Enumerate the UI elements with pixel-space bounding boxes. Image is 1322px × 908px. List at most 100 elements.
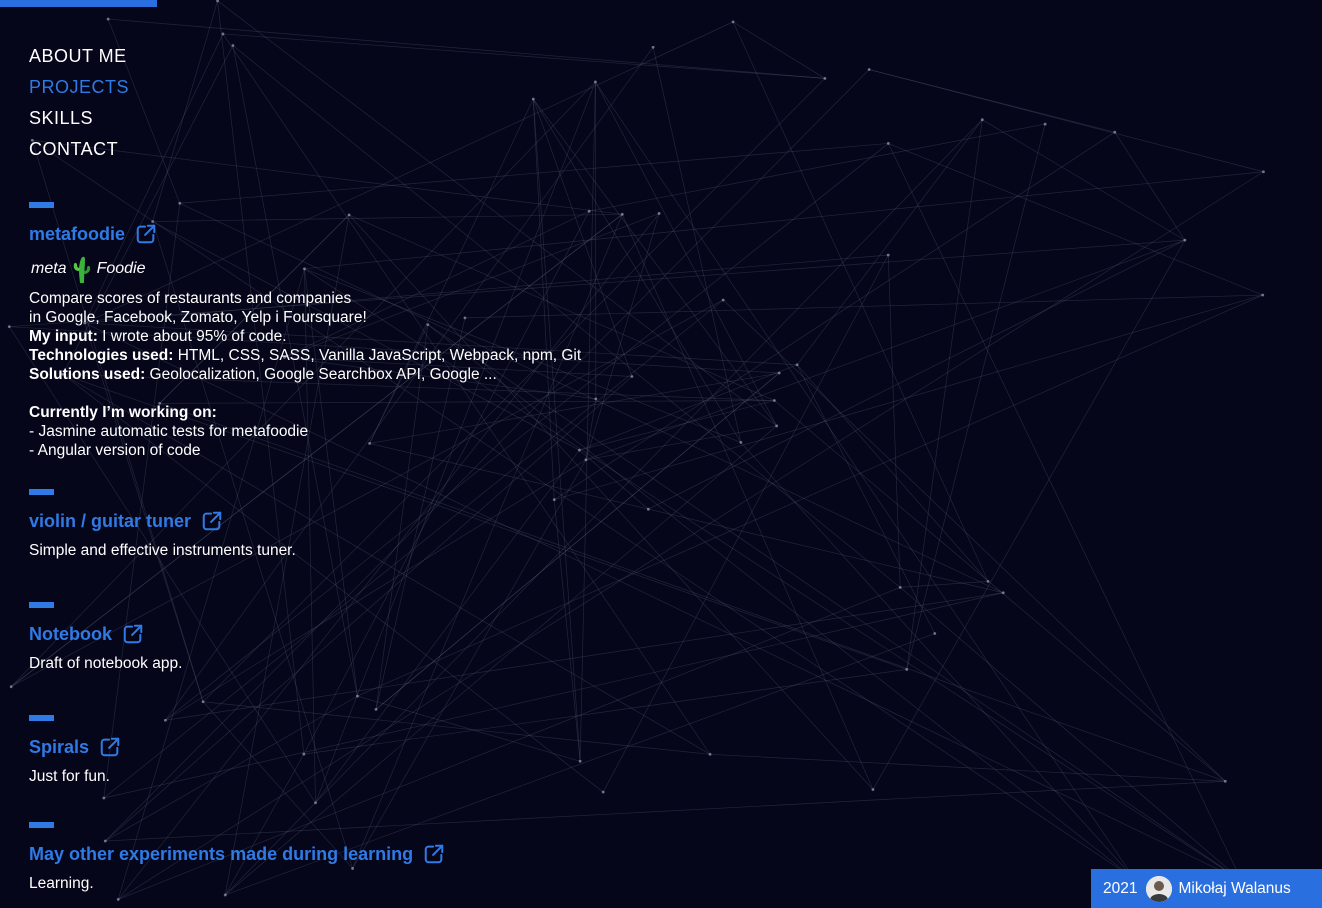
network-node [986, 579, 990, 583]
network-line [732, 21, 989, 582]
working-on-item: - Angular version of code [29, 442, 201, 459]
network-node [898, 585, 902, 589]
network-node [102, 796, 106, 800]
cactus-icon [73, 256, 90, 283]
technologies-value: HTML, CSS, SASS, Vanilla JavaScript, Web… [173, 347, 582, 364]
project-title-link[interactable]: violin / guitar tuner [29, 510, 729, 532]
footer-bar: 2021 Mikołaj Walanus [1091, 869, 1322, 908]
network-node [601, 790, 605, 794]
external-link-icon[interactable] [135, 223, 157, 245]
project-title[interactable]: Spirals [29, 736, 89, 758]
project-other-experiments: May other experiments made during learni… [29, 822, 729, 893]
network-line [888, 143, 1242, 881]
project-title-link[interactable]: Spirals [29, 736, 729, 758]
network-node [775, 424, 779, 428]
network-line [732, 21, 826, 79]
network-node [106, 17, 110, 21]
logo-text-meta: meta [31, 260, 67, 277]
network-node [221, 32, 225, 36]
solutions-label: Solutions used: [29, 366, 146, 383]
network-line [722, 299, 1226, 782]
logo-text-foodie: Foodie [96, 260, 146, 277]
nav-item-contact[interactable]: CONTACT [29, 134, 129, 165]
footer-year: 2021 [1103, 879, 1138, 897]
network-node [314, 801, 317, 805]
external-link-icon[interactable] [122, 623, 144, 645]
network-node [739, 441, 743, 444]
working-on-item: - Jasmine automatic tests for metafoodie [29, 423, 309, 440]
network-node [374, 707, 378, 711]
technologies-label: Technologies used: [29, 347, 174, 364]
network-node [651, 45, 655, 49]
project-title[interactable]: metafoodie [29, 223, 125, 245]
network-line [589, 123, 1046, 212]
network-node [1113, 130, 1117, 134]
network-node [201, 700, 205, 704]
description-line: in Google, Facebook, Zomato, Yelp i Four… [29, 309, 367, 326]
network-line [152, 0, 218, 222]
network-line [179, 143, 889, 204]
project-description: Draft of notebook app. [29, 655, 183, 672]
network-node [980, 118, 984, 122]
project-title[interactable]: violin / guitar tuner [29, 510, 191, 532]
network-node [905, 668, 909, 671]
my-input-row: My input: I wrote about 95% of code. [29, 327, 729, 346]
network-node [731, 20, 735, 24]
network-line [888, 143, 1263, 296]
project-description: Simple and effective instruments tuner. [29, 542, 296, 559]
network-node [772, 399, 776, 402]
avatar-icon [1146, 875, 1173, 902]
section-marker [29, 822, 54, 828]
network-node [886, 142, 890, 145]
network-node [1261, 293, 1265, 297]
description-line: Compare scores of restaurants and compan… [29, 290, 352, 307]
project-metafoodie: metafoodie meta Foodie Compare scores of… [29, 202, 729, 460]
network-line [900, 581, 989, 588]
network-line [869, 69, 1115, 133]
project-title-link[interactable]: metafoodie [29, 223, 729, 245]
my-input-label: My input: [29, 328, 98, 345]
network-node [223, 893, 227, 897]
project-title-link[interactable]: Notebook [29, 623, 729, 645]
network-line [796, 364, 936, 634]
working-on-label: Currently I’m working on: [29, 404, 217, 421]
section-marker [29, 489, 54, 495]
avatar [1146, 875, 1173, 902]
main-navigation: ABOUT ME PROJECTS SKILLS CONTACT [29, 41, 129, 165]
top-accent-bar [0, 0, 157, 7]
network-node [531, 97, 535, 101]
network-line [982, 119, 1186, 241]
network-node [1223, 779, 1227, 783]
project-title-link[interactable]: May other experiments made during learni… [29, 843, 729, 865]
network-node [933, 632, 937, 635]
network-node [116, 898, 120, 901]
solutions-value: Geolocalization, Google Searchbox API, G… [145, 366, 497, 383]
project-title[interactable]: Notebook [29, 623, 112, 645]
footer-author-name: Mikołaj Walanus [1178, 879, 1291, 897]
external-link-icon[interactable] [423, 843, 445, 865]
nav-item-skills[interactable]: SKILLS [29, 103, 129, 134]
network-node [7, 325, 11, 329]
external-link-icon[interactable] [201, 510, 223, 532]
nav-item-projects[interactable]: PROJECTS [29, 72, 129, 103]
network-node [871, 788, 875, 791]
network-line [710, 753, 1226, 782]
network-node [823, 77, 827, 80]
project-description: Just for fun. [29, 768, 110, 785]
network-node [886, 253, 890, 257]
nav-item-about-me[interactable]: ABOUT ME [29, 41, 129, 72]
network-node [1262, 170, 1265, 174]
solutions-row: Solutions used: Geolocalization, Google … [29, 365, 729, 384]
network-line [796, 119, 983, 365]
project-title[interactable]: May other experiments made during learni… [29, 843, 413, 865]
technologies-row: Technologies used: HTML, CSS, SASS, Vani… [29, 346, 729, 365]
network-node [9, 685, 13, 689]
network-node [356, 694, 359, 698]
project-notebook: Notebook Draft of notebook app. [29, 602, 729, 673]
network-node [795, 363, 799, 367]
section-marker [29, 202, 54, 208]
network-node [593, 80, 597, 84]
external-link-icon[interactable] [99, 736, 121, 758]
network-node [867, 68, 871, 71]
my-input-value: I wrote about 95% of code. [97, 328, 287, 345]
